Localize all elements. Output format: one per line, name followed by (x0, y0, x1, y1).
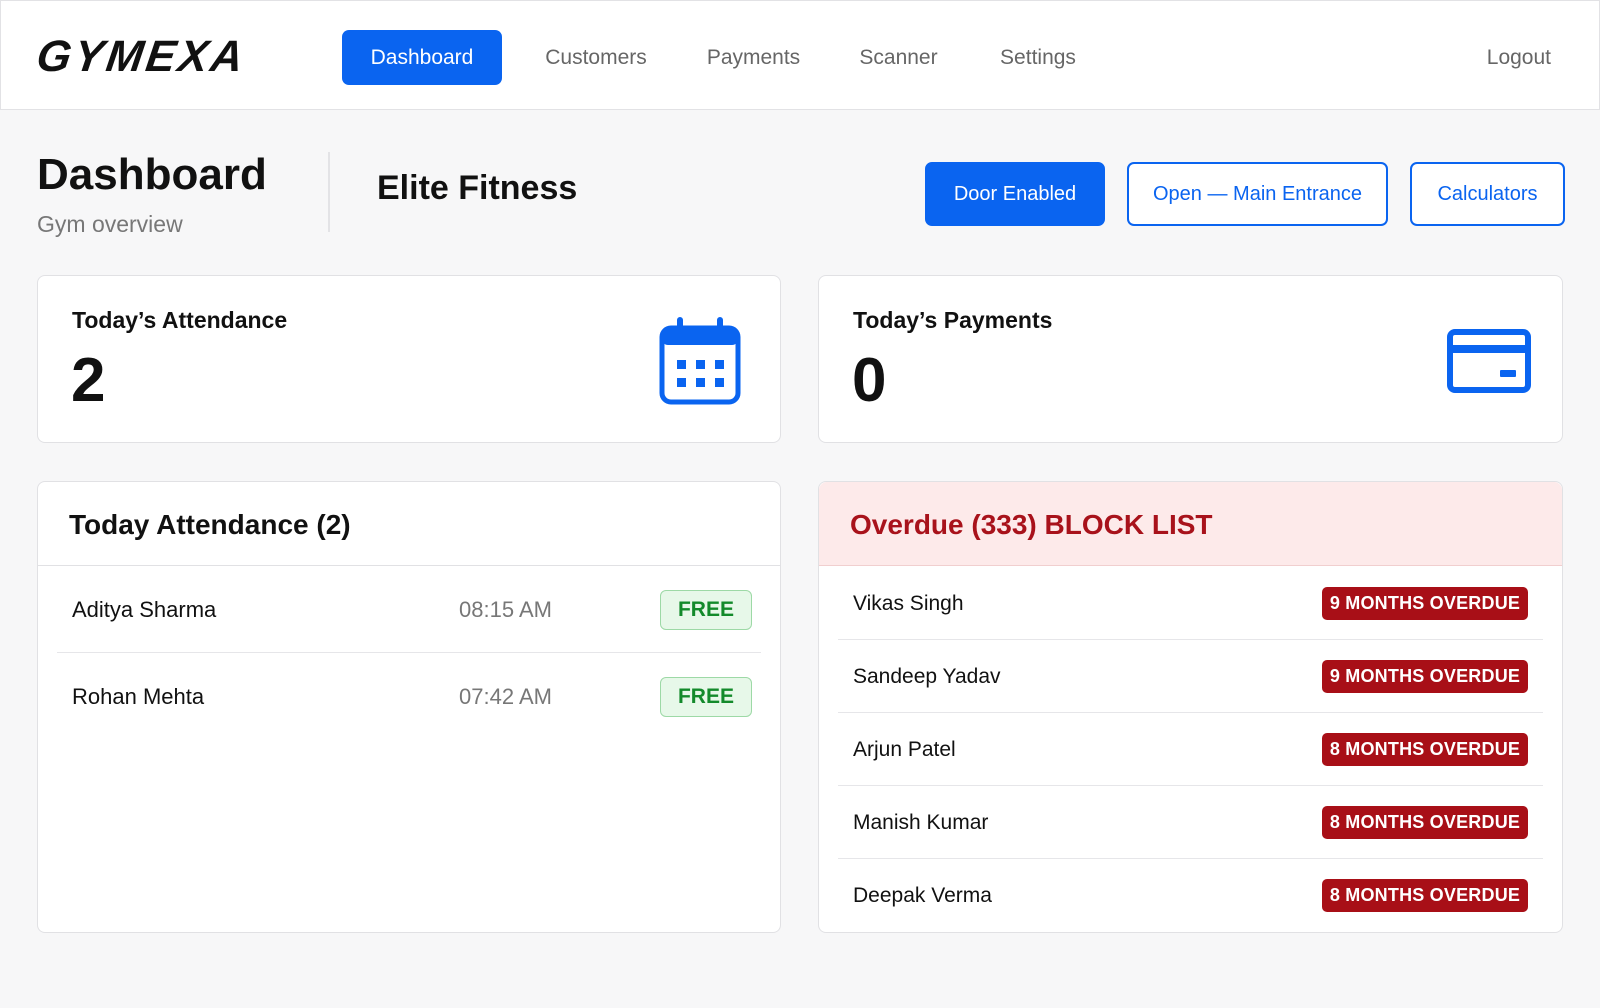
nav-payments[interactable]: Payments (691, 30, 816, 85)
nav-dashboard[interactable]: Dashboard (342, 30, 502, 85)
attendance-member-name: Aditya Sharma (72, 597, 217, 622)
overdue-block-list-panel: Overdue (333) BLOCK LIST Vikas Singh 9 M… (818, 481, 1563, 933)
overdue-member-name: Vikas Singh (853, 592, 964, 615)
nav-customers[interactable]: Customers (531, 30, 661, 85)
overdue-status-badge: 9 MONTHS OVERDUE (1322, 660, 1528, 693)
attendance-check-in-time: 07:42 AM (459, 684, 552, 709)
attendance-panel-title: Today Attendance (2) (69, 509, 351, 540)
calendar-icon (659, 317, 741, 405)
overdue-status-badge: 9 MONTHS OVERDUE (1322, 587, 1528, 620)
attendance-stat-label: Today’s Attendance (72, 307, 288, 333)
overdue-member-name: Deepak Verma (853, 884, 992, 907)
free-status-badge: FREE (660, 590, 752, 630)
attendance-row[interactable]: Rohan Mehta 07:42 AM FREE (57, 654, 761, 740)
overdue-panel-title: Overdue (333) BLOCK LIST (850, 509, 1213, 540)
overdue-member-name: Sandeep Yadav (853, 665, 1001, 688)
payments-stat-card: Today’s Payments 0 (818, 275, 1563, 443)
attendance-panel-header: Today Attendance (2) (38, 482, 780, 566)
gym-name: Elite Fitness (377, 169, 578, 207)
open-main-entrance-button[interactable]: Open — Main Entrance (1127, 162, 1388, 226)
overdue-row[interactable]: Deepak Verma 8 MONTHS OVERDUE (838, 859, 1543, 932)
overdue-member-name: Arjun Patel (853, 738, 956, 761)
overdue-status-badge: 8 MONTHS OVERDUE (1322, 879, 1528, 912)
overdue-status-badge: 8 MONTHS OVERDUE (1322, 806, 1528, 839)
nav-settings[interactable]: Settings (983, 30, 1093, 85)
free-status-badge: FREE (660, 677, 752, 717)
overdue-panel-header: Overdue (333) BLOCK LIST (819, 482, 1562, 566)
overdue-member-name: Manish Kumar (853, 811, 989, 834)
header-divider (328, 152, 330, 232)
payments-stat-label: Today’s Payments (853, 307, 1053, 333)
nav-scanner[interactable]: Scanner (846, 30, 951, 85)
logout-link[interactable]: Logout (1487, 30, 1551, 85)
page-title: Dashboard (37, 150, 267, 199)
attendance-check-in-time: 08:15 AM (459, 597, 552, 622)
gymexa-logo[interactable]: GYMEXA (34, 32, 250, 81)
payments-stat-value: 0 (852, 346, 887, 415)
page-subtitle: Gym overview (37, 211, 183, 237)
door-enabled-button[interactable]: Door Enabled (925, 162, 1105, 226)
attendance-row[interactable]: Aditya Sharma 08:15 AM FREE (57, 567, 761, 653)
calculators-button[interactable]: Calculators (1410, 162, 1565, 226)
top-navbar: GYMEXA Dashboard Customers Payments Scan… (0, 0, 1600, 110)
attendance-member-name: Rohan Mehta (72, 684, 205, 709)
attendance-stat-value: 2 (71, 346, 106, 415)
today-attendance-panel: Today Attendance (2) Aditya Sharma 08:15… (37, 481, 781, 933)
overdue-status-badge: 8 MONTHS OVERDUE (1322, 733, 1528, 766)
overdue-row[interactable]: Sandeep Yadav 9 MONTHS OVERDUE (838, 640, 1543, 713)
credit-card-icon (1447, 329, 1531, 393)
attendance-stat-card: Today’s Attendance 2 (37, 275, 781, 443)
overdue-row[interactable]: Vikas Singh 9 MONTHS OVERDUE (838, 567, 1543, 640)
overdue-row[interactable]: Arjun Patel 8 MONTHS OVERDUE (838, 713, 1543, 786)
overdue-row[interactable]: Manish Kumar 8 MONTHS OVERDUE (838, 786, 1543, 859)
